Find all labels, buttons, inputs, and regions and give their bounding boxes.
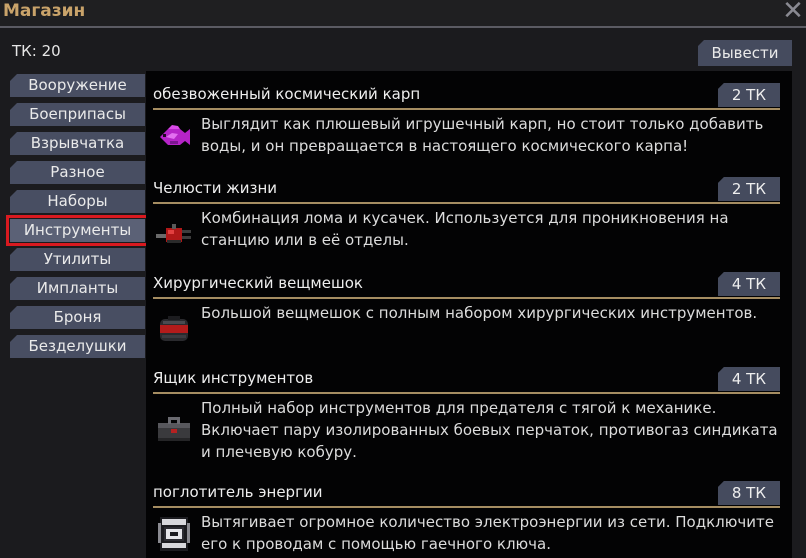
item-name: обезвоженный космический карп <box>153 85 421 103</box>
listing-panel: обезвоженный космический карп 2 ТК Выгля… <box>146 71 792 558</box>
item-name: Хирургический вещмешок <box>153 274 363 292</box>
buy-price-button[interactable]: 4 ТК <box>717 272 780 296</box>
category-armor[interactable]: Броня <box>10 306 145 329</box>
space-carp-icon <box>154 117 194 157</box>
item-description: Вытягивает огромное количество электроэн… <box>201 513 774 553</box>
category-ammo[interactable]: Боеприпасы <box>10 103 145 126</box>
category-weapons[interactable]: Вооружение <box>10 74 145 97</box>
buy-price-button[interactable]: 2 ТК <box>717 83 780 107</box>
window-title: Магазин <box>3 1 86 21</box>
close-icon[interactable]: ✕ <box>781 0 805 25</box>
withdraw-button[interactable]: Вывести <box>698 40 792 66</box>
title-bar: Магазин ✕ <box>0 0 806 28</box>
item-name: поглотитель энергии <box>153 483 323 501</box>
item-description: Комбинация лома и кусачек. Используется … <box>201 209 729 249</box>
category-explosives[interactable]: Взрывчатка <box>10 132 145 155</box>
divider <box>153 506 780 508</box>
category-kits[interactable]: Наборы <box>10 190 145 213</box>
category-trinkets[interactable]: Безделушки <box>10 335 145 358</box>
category-sidebar: Вооружение Боеприпасы Взрывчатка Разное … <box>6 74 149 364</box>
buy-price-button[interactable]: 2 ТК <box>717 177 780 201</box>
divider <box>153 297 780 299</box>
buy-price-button[interactable]: 8 ТК <box>717 481 780 505</box>
divider <box>153 202 780 204</box>
category-tools[interactable]: Инструменты <box>6 215 149 246</box>
item-description: Большой вещмешок с полным набором хирург… <box>201 304 758 322</box>
category-implants[interactable]: Импланты <box>10 277 145 300</box>
item-description: Полный набор инструментов для предателя … <box>201 399 778 461</box>
power-sink-icon <box>154 513 194 553</box>
balance-label: ТК: 20 <box>12 42 61 60</box>
divider <box>153 392 780 394</box>
item-description: Выглядит как плюшевый игрушечный карп, н… <box>201 115 764 155</box>
category-misc[interactable]: Разное <box>10 161 145 184</box>
surgical-duffel-icon <box>154 309 194 349</box>
category-utilities[interactable]: Утилиты <box>10 248 145 271</box>
buy-price-button[interactable]: 4 ТК <box>717 367 780 391</box>
divider <box>153 108 780 110</box>
item-name: Челюсти жизни <box>153 179 278 197</box>
toolbox-icon <box>154 409 194 449</box>
item-name: Ящик инструментов <box>153 369 314 387</box>
jaws-of-life-icon <box>154 212 194 252</box>
